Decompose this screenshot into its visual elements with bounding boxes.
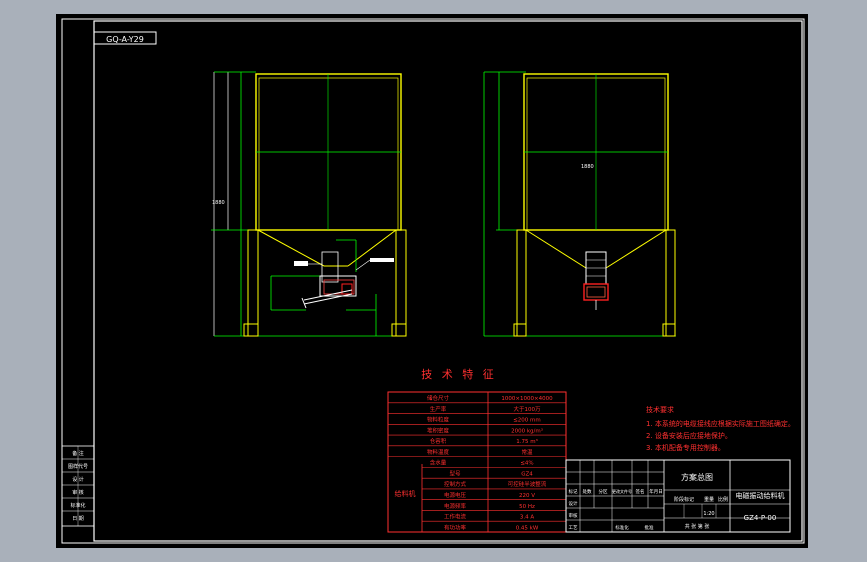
tech-row-value: 220 V <box>519 493 535 499</box>
left-table-cell: 设 计 <box>72 476 84 483</box>
tech-row-label: 储仓尺寸 <box>427 394 450 402</box>
notes-block: 技术要求 1. 本系统的电缆接线应根据实际施工图纸确定。 2. 设备安装后应接地… <box>646 405 795 452</box>
title-row-label: 批准 <box>645 524 654 531</box>
left-table-cell: 备 注 <box>72 450 84 457</box>
drawing-viewport[interactable]: GQ-A-Y29 1880 1880 技 术 特 征 储仓尺寸 1000×100… <box>56 14 808 548</box>
tech-row-value: 常温 <box>521 448 533 456</box>
right-dim-label: 1880 <box>581 164 594 170</box>
left-dim-label: 1880 <box>212 200 225 206</box>
left-table-cell: 审 核 <box>72 489 84 496</box>
tech-row-value: GZ4 <box>521 471 533 477</box>
title-row-label: 审核 <box>569 512 578 519</box>
tech-row-label: 仓容积 <box>430 437 447 445</box>
title-col-label: 重量 <box>704 496 714 503</box>
left-table-cell: 日 期 <box>72 516 84 522</box>
tech-row-value: 3.4 A <box>520 515 534 521</box>
left-table-cell: 标准化 <box>70 502 85 509</box>
tech-row-label: 物料温度 <box>427 448 450 456</box>
tech-title: 技 术 特 征 <box>421 367 497 381</box>
left-silo-view: 1880 <box>211 71 407 337</box>
tech-row-label: 电源电压 <box>444 491 467 499</box>
title-col-label: 阶段标记 <box>674 496 694 503</box>
title-header: 更改文件号 <box>612 488 632 494</box>
tech-row-label: 型号 <box>449 469 461 477</box>
title-row-label: 标准化 <box>615 524 629 531</box>
tech-row-value: 2000 kg/m³ <box>511 427 543 434</box>
note-item: 1. 本系统的电缆接线应根据实际施工图纸确定。 <box>646 419 795 428</box>
title-col-label: 比例 <box>718 496 728 503</box>
drawing-title: 电磁振动给料机 <box>736 491 785 500</box>
title-header: 分区 <box>599 488 608 495</box>
sheet-label: 共 张 第 张 <box>685 523 710 530</box>
tech-row-value: ≤4% <box>520 461 533 467</box>
code-box-text: GQ-A-Y29 <box>106 35 144 44</box>
tech-row-label: 工作电流 <box>444 513 467 521</box>
note-item: 3. 本机配备专用控制器。 <box>646 443 725 452</box>
tech-row-value: 1000×1000×4000 <box>501 396 553 402</box>
tech-row-value: 1.75 m³ <box>516 438 538 445</box>
scale-value: 1:20 <box>703 511 714 517</box>
title-block: 方案总图 电磁振动给料机 GZ4-P-00 1:20 阶段标记 重量 比例 共 … <box>565 459 791 533</box>
tech-row-label: 含水量 <box>430 459 447 467</box>
right-callout <box>370 258 394 262</box>
tech-row-value: 50 Hz <box>519 504 535 510</box>
title-header: 签名 <box>636 488 645 495</box>
tech-row-value: ≤200 mm <box>513 418 541 424</box>
tech-row-label: 物料粒度 <box>427 416 450 424</box>
title-row-label: 工艺 <box>569 525 578 531</box>
tech-row-label: 生产率 <box>430 405 447 413</box>
title-header: 标记 <box>569 488 578 495</box>
tech-row-label: 堆积密度 <box>427 426 450 434</box>
right-silo-view: 1880 <box>483 71 676 337</box>
note-item: 2. 设备安装后应接地保护。 <box>646 431 732 440</box>
tech-table: 储仓尺寸 1000×1000×4000 生产率 大于100万物料粒度 ≤200 mm 堆积… <box>387 391 567 533</box>
tech-row-label: 控制方式 <box>444 480 467 488</box>
title-header: 年月日 <box>649 488 663 495</box>
notes-title: 技术要求 <box>646 405 674 414</box>
title-row-label: 设计 <box>569 500 578 507</box>
tech-row-label: 电源频率 <box>444 502 467 510</box>
drawing-number: GZ4-P-00 <box>744 514 777 522</box>
tech-row-value: 大于100万 <box>514 405 541 413</box>
scheme-label: 方案总图 <box>681 472 713 482</box>
tech-row-value: 可控硅半波整流 <box>508 480 547 488</box>
tech-row-label: 有功功率 <box>444 523 467 531</box>
tech-group-label: 给料机 <box>395 489 416 498</box>
title-header: 处数 <box>583 488 592 495</box>
left-side-table: 备 注 图样代号 设 计 审 核 标准化 日 期 <box>61 445 95 527</box>
left-callout <box>294 261 308 266</box>
tech-row-value: 0.45 kW <box>516 525 539 531</box>
cad-drawing: GQ-A-Y29 1880 1880 技 术 特 征 储仓尺寸 1000×100… <box>61 18 805 544</box>
left-table-cell: 图样代号 <box>68 463 88 470</box>
inner-frame <box>93 20 803 542</box>
